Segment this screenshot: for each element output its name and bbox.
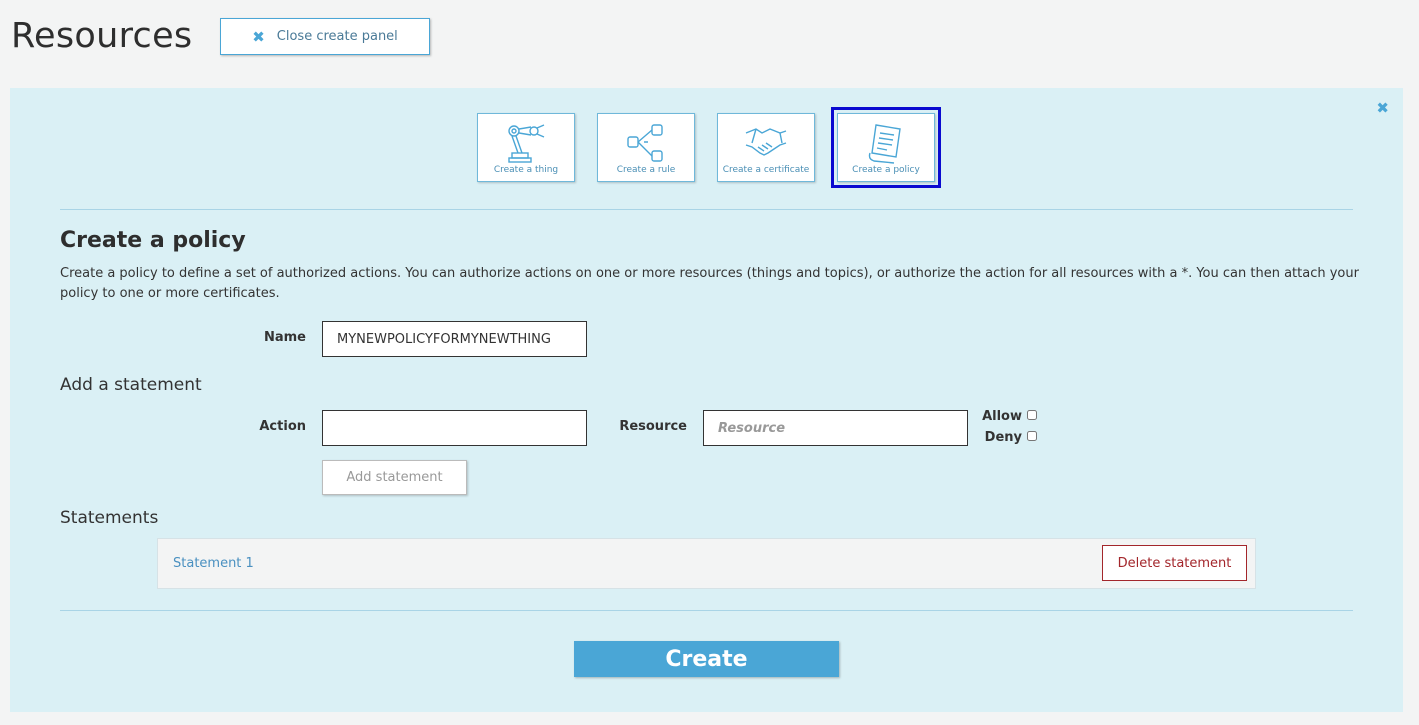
action-input[interactable] [322,410,587,446]
create-button[interactable]: Create [574,641,839,677]
delete-statement-button[interactable]: Delete statement [1102,545,1247,581]
add-statement-button[interactable]: Add statement [322,460,467,495]
divider [60,610,1353,611]
deny-label: Deny [984,430,1022,445]
tile-create-thing[interactable]: Create a thing [477,113,575,182]
statement-link[interactable]: Statement 1 [173,556,254,571]
form-description: Create a policy to define a set of autho… [60,266,1359,301]
handshake-icon [745,128,787,156]
tile-create-thing-label: Create a thing [493,165,559,175]
tile-create-certificate-label: Create a certificate [722,165,810,175]
statement-row: Statement 1 Delete statement [157,538,1256,589]
close-create-panel-label: Close create panel [276,29,398,44]
statements-heading: Statements [60,508,159,528]
action-label: Action [259,419,306,434]
close-icon: ✖ [252,27,265,46]
deny-checkbox[interactable] [1027,431,1037,441]
form-title: Create a policy [60,228,246,253]
divider [60,209,1353,210]
tile-create-certificate[interactable]: Create a certificate [717,113,815,182]
allow-checkbox[interactable] [1027,410,1037,420]
robot-arm-icon [508,124,545,163]
flow-icon [627,124,663,162]
tile-create-rule-label: Create a rule [616,165,676,175]
resource-label: Resource [619,419,687,434]
close-create-panel-button[interactable]: ✖ Close create panel [220,18,430,55]
create-panel: ✖ Create a thing Create a rule Create a … [10,88,1403,712]
document-icon [868,124,901,164]
add-statement-heading: Add a statement [60,375,202,395]
tile-create-policy[interactable]: Create a policy [831,107,941,188]
resource-input[interactable] [703,410,968,446]
panel-close-icon[interactable]: ✖ [1376,99,1389,117]
tile-create-rule[interactable]: Create a rule [597,113,695,182]
policy-name-input[interactable] [322,321,587,357]
page-title: Resources [11,16,193,56]
tile-create-policy-label: Create a policy [852,165,920,175]
allow-label: Allow [982,409,1022,424]
name-label: Name [263,330,306,345]
